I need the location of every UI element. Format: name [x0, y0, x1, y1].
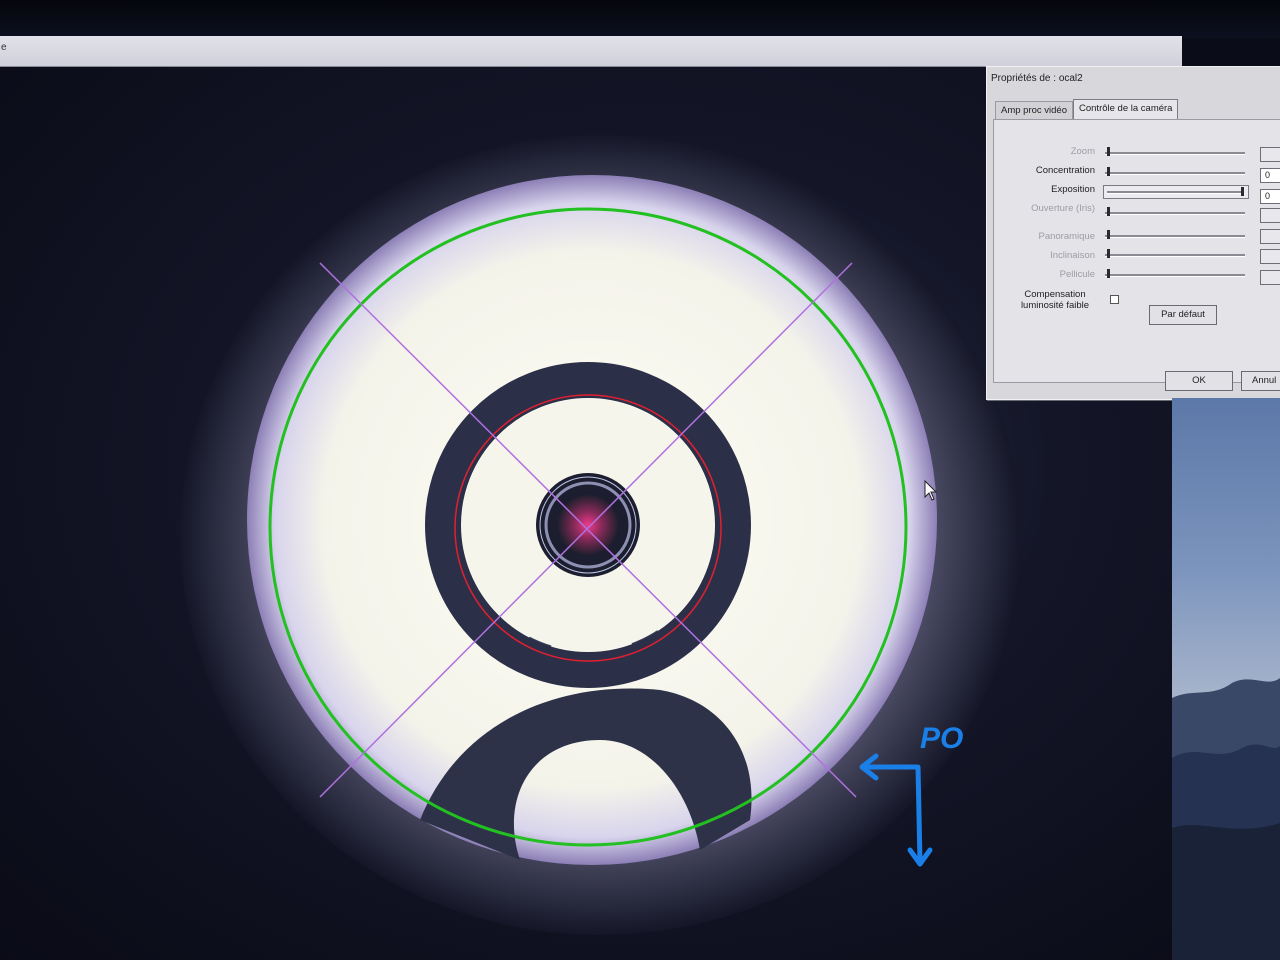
annotation-arrow-down-shaft — [915, 764, 923, 865]
annotation-label: PO — [920, 722, 963, 755]
concentration-slider-thumb[interactable] — [1107, 167, 1110, 176]
iris-value[interactable] — [1260, 208, 1280, 223]
pan-label: Panoramique — [1038, 231, 1095, 242]
roll-slider[interactable] — [1105, 274, 1245, 277]
dialog-title: Propriétés de : ocal2 — [991, 73, 1083, 84]
pan-value[interactable] — [1260, 229, 1280, 244]
camera-lens-core — [558, 495, 618, 555]
exposition-slider-track — [1107, 191, 1241, 194]
monitor-bezel-top — [0, 0, 1280, 38]
camera-properties-dialog: Propriétés de : ocal2 Amp proc vidéo Con… — [986, 66, 1280, 400]
iris-slider-thumb[interactable] — [1107, 207, 1110, 216]
zoom-slider-thumb[interactable] — [1107, 147, 1110, 156]
roll-value[interactable] — [1260, 270, 1280, 285]
window-title-fragment: e — [1, 42, 7, 53]
tilt-value[interactable] — [1260, 249, 1280, 264]
tab-camera-control[interactable]: Contrôle de la caméra — [1073, 99, 1179, 120]
iris-slider[interactable] — [1105, 212, 1245, 215]
pan-slider-thumb[interactable] — [1107, 230, 1110, 239]
zoom-slider[interactable] — [1105, 152, 1245, 155]
tilt-slider-thumb[interactable] — [1107, 249, 1110, 258]
tilt-label: Inclinaison — [1050, 250, 1095, 261]
low-light-compensation-checkbox[interactable] — [1110, 295, 1119, 304]
pan-slider[interactable] — [1105, 235, 1245, 238]
default-button[interactable]: Par défaut — [1149, 305, 1217, 325]
ok-button[interactable]: OK — [1165, 371, 1233, 391]
iris-label: Ouverture (Iris) — [1031, 203, 1095, 214]
exposition-slider-thumb[interactable] — [1241, 187, 1244, 196]
concentration-label: Concentration — [1035, 165, 1095, 176]
zoom-value[interactable] — [1260, 147, 1280, 162]
low-light-compensation-label: Compensation luminosité faible — [1020, 289, 1090, 311]
concentration-value[interactable]: 0 — [1260, 168, 1280, 183]
exposition-value[interactable]: 0 — [1260, 189, 1280, 204]
mountain-landscape-image — [1172, 678, 1280, 960]
exposition-label: Exposition — [1051, 184, 1095, 195]
tab-video-proc-amp[interactable]: Amp proc vidéo — [995, 101, 1074, 119]
desktop-wallpaper-landscape — [1172, 398, 1280, 960]
window-title-bar: e — [0, 36, 1182, 67]
roll-slider-thumb[interactable] — [1107, 269, 1110, 278]
concentration-slider[interactable] — [1105, 172, 1245, 175]
tilt-slider[interactable] — [1105, 254, 1245, 257]
roll-label: Pellicule — [1059, 269, 1095, 280]
cancel-button[interactable]: Annul — [1241, 371, 1280, 391]
zoom-label: Zoom — [1070, 146, 1095, 157]
